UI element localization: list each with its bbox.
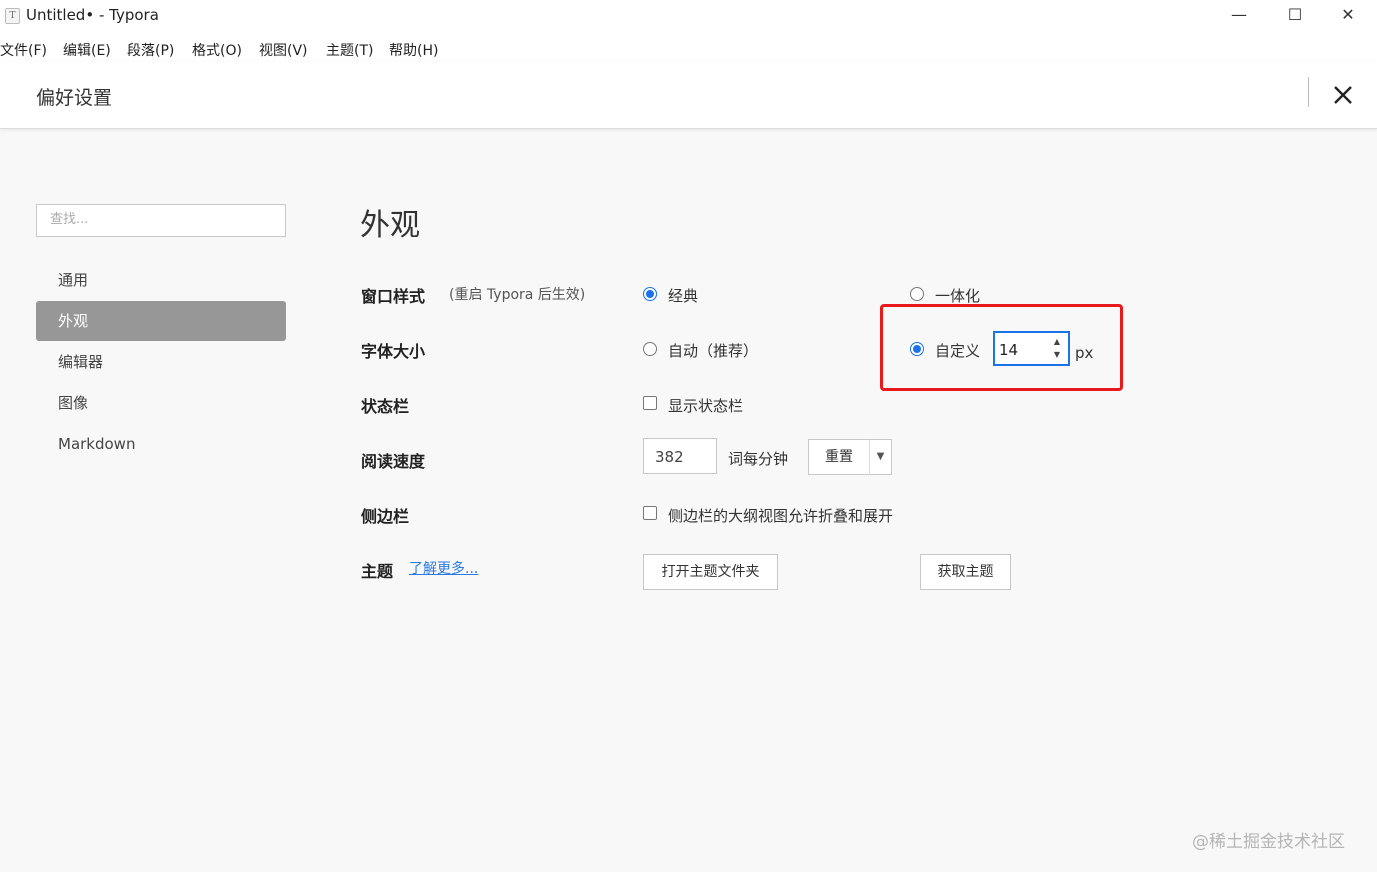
radio-auto[interactable] [643,342,657,356]
reading-speed-label: 阅读速度 [361,452,426,471]
menu-bar: 文件(F) 编辑(E) 段落(P) 格式(O) 视图(V) 主题(T) 帮助(H… [0,32,1377,62]
checkbox-outline-collapse[interactable] [643,506,657,520]
preferences-title: 偏好设置 [36,87,113,109]
window-close-button[interactable]: ✕ [1319,0,1377,32]
header-divider [1308,77,1309,107]
learn-more-link[interactable]: 了解更多... [409,558,478,578]
menu-file[interactable]: 文件(F) [0,40,47,60]
reading-speed-value: 382 [655,448,684,466]
radio-unibody-label: 一体化 [935,287,981,305]
highlight-annotation [880,304,1123,391]
preferences-search[interactable] [36,204,286,237]
menu-view[interactable]: 视图(V) [259,40,308,60]
typora-app-icon: T [5,8,20,24]
radio-auto-label: 自动（推荐） [668,342,759,360]
preferences-header: 偏好设置 [0,62,1377,129]
maximize-button[interactable]: ☐ [1266,0,1324,32]
radio-classic[interactable] [643,287,657,301]
get-themes-button[interactable]: 获取主题 [920,554,1011,590]
show-status-bar-label: 显示状态栏 [668,397,744,415]
checkbox-show-status-bar[interactable] [643,396,657,410]
title-bar: T Untitled• - Typora — ☐ ✕ [0,0,1377,32]
menu-format[interactable]: 格式(O) [192,40,242,60]
menu-help[interactable]: 帮助(H) [389,40,438,60]
preferences-close-button[interactable] [1328,80,1358,110]
reset-button[interactable]: 重置 [808,439,870,475]
outline-collapse-label: 侧边栏的大纲视图允许折叠和展开 [668,507,894,525]
nav-item-image[interactable]: 图像 [36,383,286,423]
theme-label: 主题 [361,562,394,581]
window-style-note: (重启 Typora 后生效) [449,287,586,303]
status-bar-label: 状态栏 [361,397,410,416]
sidebar-label: 侧边栏 [361,507,410,526]
font-size-label: 字体大小 [361,342,426,361]
radio-classic-label: 经典 [668,287,699,305]
close-icon: ✕ [1341,5,1355,24]
nav-item-markdown[interactable]: Markdown [36,424,286,464]
nav-item-editor[interactable]: 编辑器 [36,342,286,382]
reset-dropdown-icon[interactable]: ▼ [869,439,892,475]
open-theme-folder-button[interactable]: 打开主题文件夹 [643,554,778,590]
section-title: 外观 [360,208,420,243]
reading-speed-input[interactable]: 382 [643,438,717,474]
reading-speed-unit: 词每分钟 [728,450,789,468]
menu-paragraph[interactable]: 段落(P) [127,40,174,60]
window-style-label: 窗口样式 [361,287,426,306]
nav-item-general[interactable]: 通用 [36,260,286,300]
maximize-icon: ☐ [1287,5,1303,24]
window-title: Untitled• - Typora [26,6,159,24]
radio-unibody[interactable] [910,287,924,301]
search-input[interactable] [37,205,280,234]
nav-item-appearance[interactable]: 外观 [36,301,286,341]
menu-edit[interactable]: 编辑(E) [63,40,111,60]
minimize-button[interactable]: — [1210,0,1268,32]
watermark: @稀土掘金技术社区 [1192,832,1345,852]
menu-theme[interactable]: 主题(T) [326,40,373,60]
close-icon [1334,86,1352,104]
minimize-icon: — [1231,5,1247,24]
